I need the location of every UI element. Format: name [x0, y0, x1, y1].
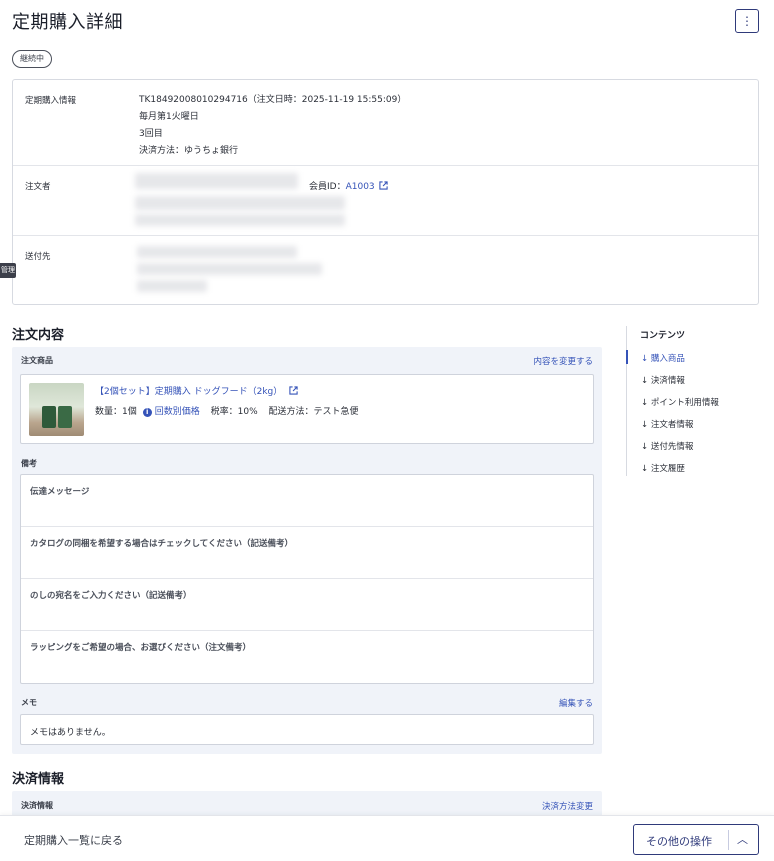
- product-card: 【2個セット】定期購入 ドッグフード（2kg） 数量：1個 i 回数別価格 税率：1…: [20, 374, 594, 444]
- remarks-label: 備考: [21, 459, 37, 468]
- remark-label: のしの宛名をご入力ください（記送備考）: [30, 591, 192, 601]
- memo-label: メモ: [21, 698, 37, 707]
- toc-item-products[interactable]: ↓ 購入商品: [641, 352, 685, 364]
- product-bag-left: [42, 406, 56, 428]
- arrow-down-icon: ↓: [641, 376, 651, 386]
- memo-text: メモはありません。: [30, 728, 111, 738]
- remarks-box: 伝達メッセージ カタログの同梱を希望する場合はチェックしてください（記送備考） …: [20, 474, 594, 684]
- arrow-down-icon: ↓: [641, 398, 651, 408]
- toc-item-label: 決済情報: [650, 376, 685, 386]
- kebab-icon: ⋮: [741, 14, 753, 28]
- chevron-up-icon[interactable]: ︿: [737, 831, 748, 847]
- product-image: [29, 383, 84, 436]
- order-contents-panel: 注文商品 内容を変更する 【2個セット】定期購入 ドッグフード（2kg） 数量：…: [12, 347, 602, 754]
- toc-item-points[interactable]: ↓ ポイント利用情報: [641, 396, 719, 408]
- back-to-list-link[interactable]: 定期購入一覧に戻る: [24, 832, 123, 848]
- toc-item-orderer[interactable]: ↓ 注文者情報: [641, 418, 693, 430]
- price-by-count-link[interactable]: 回数別価格: [155, 407, 200, 417]
- orderer-address-redacted: [135, 196, 345, 210]
- payment-change-link[interactable]: 決済方法変更: [542, 800, 593, 812]
- product-delivery: 配送方法：テスト急便: [268, 407, 359, 417]
- shipping-label: 送付先: [25, 252, 51, 262]
- arrow-down-icon: ↓: [641, 464, 651, 474]
- subscription-info-row: 定期購入情報 TK18492008010294716（注文日時：2025-11-…: [13, 80, 758, 166]
- orderer-name-redacted: [135, 173, 298, 189]
- subscription-info-label: 定期購入情報: [25, 96, 77, 106]
- arrow-down-icon: ↓: [641, 442, 651, 452]
- status-badge: 継続中: [12, 50, 52, 68]
- remark-row[interactable]: ラッピングをご希望の場合、お選びください（注文備考）: [21, 631, 593, 683]
- toc-item-label: 送付先情報: [650, 442, 694, 452]
- count-line: 3回目: [139, 129, 163, 139]
- remark-row[interactable]: カタログの同梱を希望する場合はチェックしてください（記送備考）: [21, 527, 593, 579]
- page-title: 定期購入詳細: [12, 12, 123, 33]
- remark-label: 伝達メッセージ: [30, 487, 90, 497]
- toc-item-history[interactable]: ↓ 注文履歴: [641, 462, 685, 474]
- contents-toc: コンテンツ ↓ 購入商品 ↓ 決済情報 ↓ ポイント利用情報 ↓ 注文者情報 ↓…: [626, 326, 766, 476]
- other-actions-button[interactable]: その他の操作 ︿: [633, 824, 759, 855]
- memo-box: メモはありません。: [20, 714, 594, 745]
- external-link-icon[interactable]: [289, 386, 298, 395]
- payment-section-title: 決済情報: [12, 772, 65, 787]
- toc-item-shipping[interactable]: ↓ 送付先情報: [641, 440, 693, 452]
- toc-item-label: 注文者情報: [650, 420, 694, 430]
- product-name[interactable]: 【2個セット】定期購入 ドッグフード（2kg）: [95, 384, 298, 397]
- change-contents-link[interactable]: 内容を変更する: [533, 355, 593, 367]
- toc-title: コンテンツ: [640, 331, 686, 341]
- payment-method-line: 決済方法：ゆうちょ銀行: [139, 146, 239, 156]
- subscription-id-line: TK18492008010294716（注文日時：2025-11-19 15:5…: [139, 95, 407, 105]
- toc-item-label: 注文履歴: [650, 464, 685, 474]
- product-name-link[interactable]: 【2個セット】定期購入 ドッグフード（2kg）: [95, 387, 282, 397]
- member-id-prefix: 会員ID：: [309, 182, 346, 192]
- arrow-down-icon: ↓: [641, 354, 651, 364]
- remark-row[interactable]: のしの宛名をご入力ください（記送備考）: [21, 579, 593, 631]
- member-id-link[interactable]: A1003: [346, 182, 375, 192]
- external-link-icon[interactable]: [379, 181, 388, 190]
- button-divider: [728, 830, 729, 850]
- other-actions-label: その他の操作: [646, 836, 712, 848]
- toc-item-payment[interactable]: ↓ 決済情報: [641, 374, 685, 386]
- shipping-row: 送付先: [13, 236, 758, 306]
- remark-label: ラッピングをご希望の場合、お選びください（注文備考）: [30, 643, 252, 653]
- product-quantity: 数量：1個: [95, 407, 137, 417]
- shipping-phone-redacted: [137, 280, 207, 292]
- schedule-line: 毎月第1火曜日: [139, 112, 199, 122]
- remark-row[interactable]: 伝達メッセージ: [21, 475, 593, 527]
- more-menu-button[interactable]: ⋮: [735, 9, 759, 33]
- product-bag-right: [58, 406, 72, 428]
- subscription-info-box: 定期購入情報 TK18492008010294716（注文日時：2025-11-…: [12, 79, 759, 305]
- member-id[interactable]: 会員ID：A1003: [309, 179, 388, 192]
- toc-active-indicator: [626, 350, 628, 364]
- orderer-contact-redacted: [135, 214, 345, 226]
- shipping-address-redacted: [137, 263, 322, 275]
- memo-edit-link[interactable]: 編集する: [559, 697, 593, 709]
- toc-item-label: ポイント利用情報: [650, 398, 719, 408]
- shipping-name-redacted: [137, 246, 297, 258]
- payment-label: 決済情報: [21, 801, 53, 810]
- info-icon: i: [142, 408, 152, 417]
- product-tax: 税率：10%: [210, 407, 258, 417]
- side-tab-manage[interactable]: 管理: [0, 263, 16, 278]
- subscription-info-lines: TK18492008010294716（注文日時：2025-11-19 15:5…: [139, 92, 406, 160]
- products-label: 注文商品: [21, 356, 53, 365]
- product-meta: 数量：1個 i 回数別価格 税率：10% 配送方法：テスト急便: [95, 404, 359, 417]
- arrow-down-icon: ↓: [641, 420, 651, 430]
- orderer-row: 注文者 会員ID：A1003: [13, 166, 758, 236]
- footer-bar: 定期購入一覧に戻る その他の操作 ︿: [0, 815, 774, 861]
- toc-item-label: 購入商品: [650, 354, 685, 364]
- orderer-label: 注文者: [25, 182, 51, 192]
- remark-label: カタログの同梱を希望する場合はチェックしてください（記送備考）: [30, 539, 293, 549]
- order-section-title: 注文内容: [12, 328, 65, 343]
